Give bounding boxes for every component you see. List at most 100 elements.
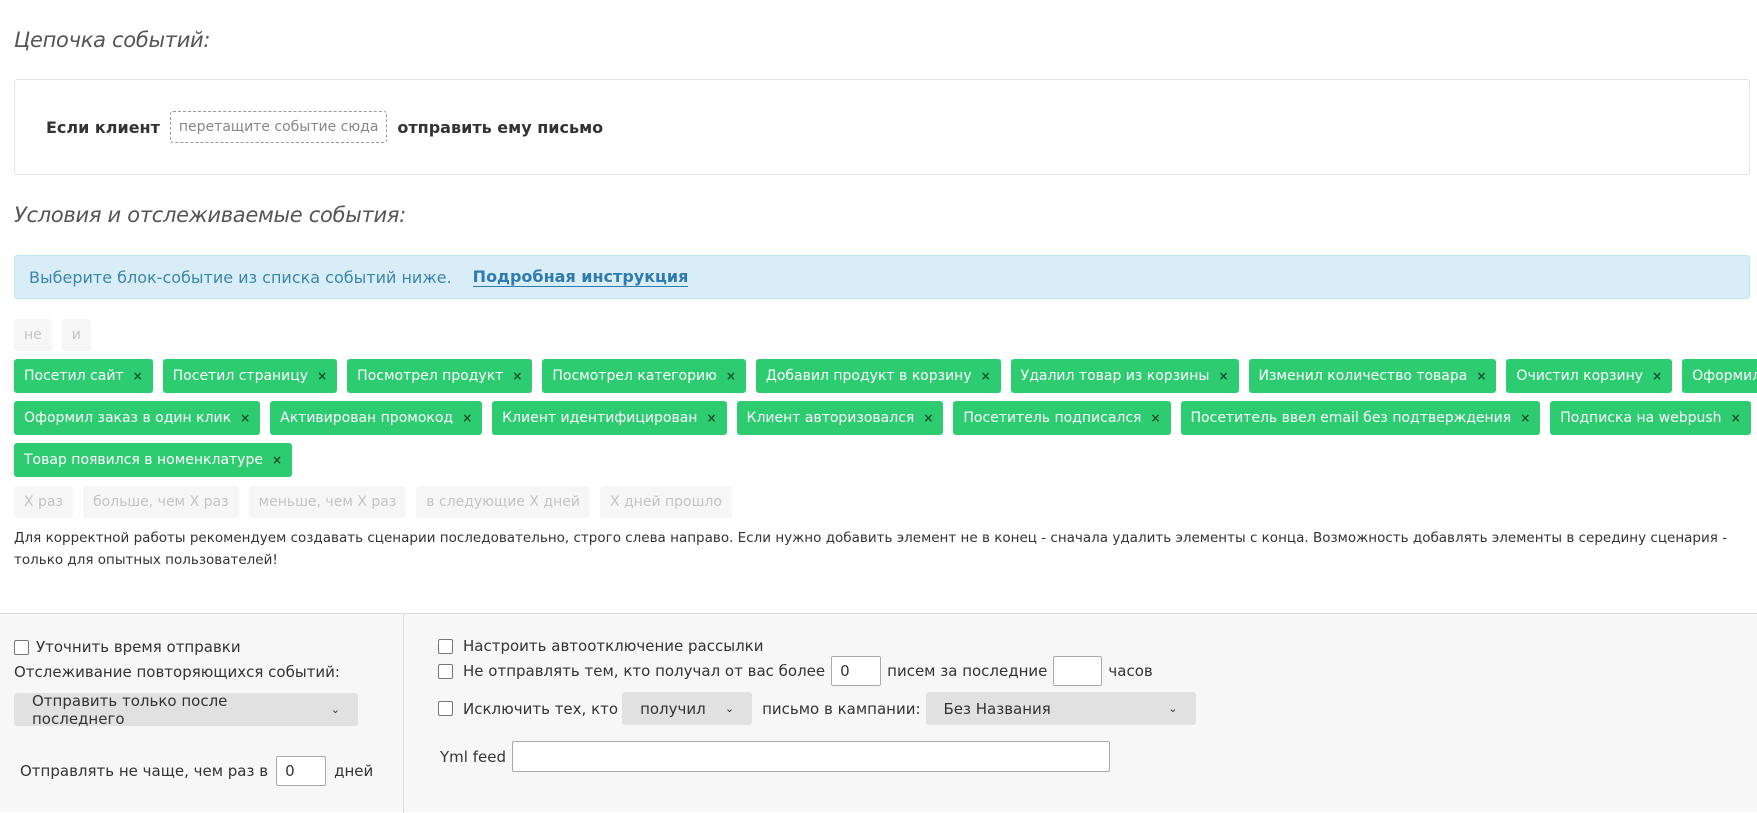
logic-tags-row: не и [14,319,101,351]
letters-count-input[interactable]: 0 [831,656,882,686]
event-tag-label: Посмотрел продукт [357,368,504,384]
remove-tag-icon[interactable]: × [1150,411,1160,425]
quantifier-tags-item[interactable]: X дней прошло [599,486,732,518]
chevron-down-icon: ⌄ [724,702,735,715]
dont-send-suffix: часов [1108,662,1153,680]
send-letter-label: отправить ему письмо [397,117,604,137]
event-tag[interactable]: Удалил товар из корзины × [1010,359,1239,393]
event-tag-label: Удалил товар из корзины [1020,368,1210,384]
exclude-checkbox[interactable] [438,701,453,716]
quantifier-tags-row: X раз больше, чем X раз меньше, чем X раз в… [14,486,742,518]
info-alert: Выберите блок-событие из списка событий … [14,255,1750,299]
dont-send-prefix: Не отправлять тем, кто получал от вас бо… [463,662,826,680]
event-tag-label: Активирован промокод [280,410,454,426]
quantifier-tags-item[interactable]: X раз [14,486,73,518]
exclude-action-select[interactable]: получил ⌄ [622,692,753,725]
dont-send-checkbox[interactable] [438,663,453,679]
remove-tag-icon[interactable]: × [706,411,716,425]
event-tag[interactable]: Оформил заказ× [1682,359,1757,393]
event-tags-row-1: Посетил сайт × Посетил страницу × Посмотрел … [14,359,1757,393]
event-tag-label: Посетитель ввел email без подтверждения [1190,410,1512,426]
event-dropzone[interactable]: перетащите событие сюда [169,111,388,143]
remove-tag-icon[interactable]: × [462,411,472,425]
hours-input[interactable] [1053,656,1103,686]
frequency-prefix: Отправлять не чаще, чем раз в [20,762,269,780]
chain-title: Цепочка событий: [14,28,211,52]
remove-tag-icon[interactable]: × [240,411,250,425]
chain-box: Если клиент перетащите событие сюда отпр… [14,79,1750,175]
remove-tag-icon[interactable]: × [923,411,933,425]
remove-tag-icon[interactable]: × [726,369,736,383]
event-tag[interactable]: Посетитель подписался × [953,401,1171,435]
event-tag[interactable]: Активирован промокод × [270,401,483,435]
remove-tag-icon[interactable]: × [317,369,327,383]
event-tag[interactable]: Оформил заказ в один клик × [14,401,261,435]
event-tag-label: Очистил корзину [1516,368,1644,384]
repeat-events-label: Отслеживание повторяющихся событий: [14,663,340,681]
instruction-link[interactable]: Подробная инструкция [472,267,689,287]
auto-off-checkbox[interactable] [438,638,453,654]
remove-tag-icon[interactable]: × [1731,411,1741,425]
event-tag[interactable]: Посмотрел продукт × [347,359,533,393]
frequency-row: Отправлять не чаще, чем раз в 0 дней [20,756,373,786]
event-tag[interactable]: Посетил сайт × [14,359,153,393]
event-tag[interactable]: Посетил страницу × [162,359,338,393]
exclude-row: Исключить тех, кто получил ⌄ письмо в ка… [438,692,1196,725]
if-client-label: Если клиент [46,117,160,137]
repeat-mode-value: Отправить только после последнего [32,691,228,728]
quantifier-tags-item[interactable]: в следующие X дней [416,486,590,518]
repeat-label-row: Отслеживание повторяющихся событий: [14,663,340,681]
panel-divider [403,614,404,813]
event-tag[interactable]: Добавил продукт в корзину × [755,359,1001,393]
remove-tag-icon[interactable]: × [512,369,522,383]
remove-tag-icon[interactable]: × [1476,369,1486,383]
yml-feed-input[interactable] [511,741,1110,772]
specify-time-row: Уточнить время отправки [14,638,241,656]
repeat-mode-select[interactable]: Отправить только после последнего ⌄ [14,691,358,728]
event-tag-label: Посмотрел категорию [552,368,717,384]
event-tag-label: Подписка на webpush [1560,410,1722,426]
frequency-days-input[interactable]: 0 [276,756,327,786]
event-tag-label: Посетил страницу [172,368,309,384]
event-tags-row-2: Оформил заказ в один клик × Активирован пр… [14,401,1757,435]
remove-tag-icon[interactable]: × [1652,369,1662,383]
event-tag[interactable]: Товар появился в номенклатуре × [14,443,293,477]
event-tags-row-3: Товар появился в номенклатуре × [14,443,302,477]
quantifier-tags-item[interactable]: меньше, чем X раз [248,486,407,518]
dont-send-mid: писем за последние [887,662,1048,680]
event-tag[interactable]: Посетитель ввел email без подтверждения × [1180,401,1541,435]
quantifier-tags-item[interactable]: больше, чем X раз [82,486,239,518]
campaign-value: Без Названия [943,699,1051,718]
remove-tag-icon[interactable]: × [981,369,991,383]
yml-row: Yml feed [440,741,1110,772]
conditions-title: Условия и отслеживаемые события: [14,203,406,227]
specify-time-label: Уточнить время отправки [36,638,241,656]
settings-panel: Уточнить время отправки Отслеживание пов… [0,613,1757,813]
yml-label: Yml feed [440,747,506,766]
event-tag[interactable]: Клиент авторизовался × [736,401,944,435]
remove-tag-icon[interactable]: × [272,453,282,467]
remove-tag-icon[interactable]: × [1520,411,1530,425]
frequency-suffix: дней [334,762,374,780]
exclude-action-value: получил [640,699,706,718]
event-tag[interactable]: Клиент идентифицирован × [492,401,727,435]
event-tag-label: Изменил количество товара [1258,368,1468,384]
event-tag-label: Клиент авторизовался [746,410,915,426]
specify-time-checkbox[interactable] [14,639,29,655]
logic-tags-item[interactable]: не [14,319,52,351]
remove-tag-icon[interactable]: × [1218,369,1228,383]
event-tag[interactable]: Посмотрел категорию × [542,359,746,393]
campaign-select[interactable]: Без Названия ⌄ [925,692,1196,725]
logic-tags-item[interactable]: и [61,319,91,351]
event-tag[interactable]: Подписка на webpush × [1550,401,1751,435]
chevron-down-icon: ⌄ [330,703,340,716]
event-tag-label: Клиент идентифицирован [502,410,698,426]
remove-tag-icon[interactable]: × [133,369,143,383]
event-tag-label: Товар появился в номенклатуре [24,452,263,468]
event-tag-label: Оформил заказ [1692,368,1757,384]
exclude-prefix: Исключить тех, кто [463,699,619,718]
event-tag[interactable]: Изменил количество товара × [1248,359,1497,393]
event-tag-label: Оформил заказ в один клик [24,410,232,426]
event-tag[interactable]: Очистил корзину × [1506,359,1673,393]
chevron-down-icon: ⌄ [1168,702,1178,715]
